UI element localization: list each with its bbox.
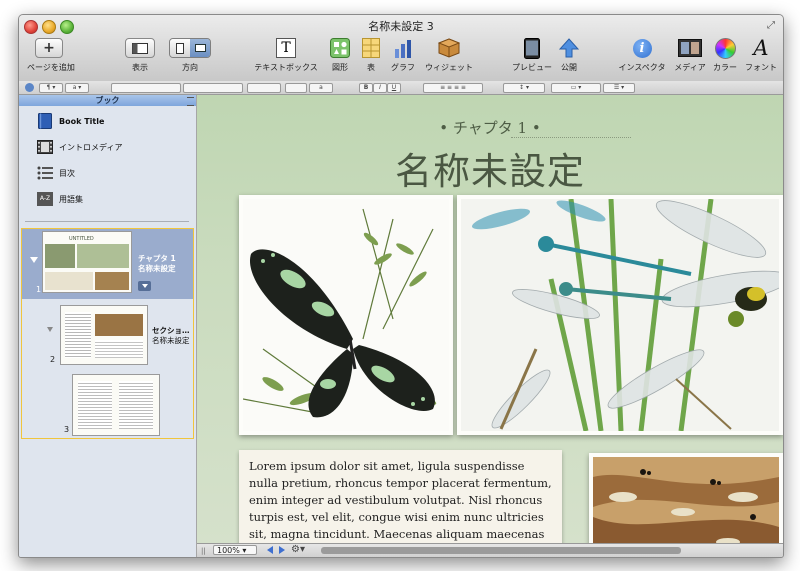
- font-size-popup[interactable]: [247, 83, 281, 93]
- widget-box-icon: [438, 38, 460, 58]
- page-canvas[interactable]: • チャプタ 1 • 名称未設定 Lorem ipsum dolor sit a…: [197, 95, 783, 543]
- chevron-down-icon: [141, 284, 148, 288]
- dragonflies-illustration: [461, 199, 779, 431]
- publish-button[interactable]: 公開: [555, 37, 583, 73]
- alignment-control[interactable]: ≡ ≡ ≡ ≡: [423, 83, 483, 93]
- character-style-popup[interactable]: a ▾: [65, 83, 89, 93]
- horizontal-scroll-thumb[interactable]: [321, 547, 681, 554]
- media-icon: [678, 39, 702, 57]
- view-icon: [125, 38, 155, 58]
- table-button[interactable]: 表: [359, 37, 383, 73]
- butterfly-illustration: [243, 199, 449, 431]
- bar-chart-icon: [395, 40, 411, 58]
- bold-button[interactable]: B: [359, 83, 373, 93]
- widget-button[interactable]: ウィジェット: [421, 37, 477, 73]
- shapes-button[interactable]: 図形: [325, 37, 355, 73]
- chapter-1-thumbnail[interactable]: UNTITLED: [42, 231, 132, 293]
- text-color-well[interactable]: [285, 83, 307, 93]
- ants-image[interactable]: [589, 453, 783, 543]
- chapter-1-row[interactable]: UNTITLED 1 チャプタ 1 名称未設定: [22, 229, 193, 299]
- chapter-action-button[interactable]: [138, 281, 151, 291]
- zoom-popup[interactable]: 100% ▾: [213, 545, 257, 555]
- page-title[interactable]: 名称未設定: [197, 141, 783, 195]
- disclosure-triangle-icon[interactable]: [47, 327, 53, 332]
- paragraph-style-popup[interactable]: ¶ ▾: [39, 83, 63, 93]
- chart-button[interactable]: グラフ: [389, 37, 417, 73]
- chapter-rule: [511, 137, 631, 138]
- plus-icon: +: [35, 38, 63, 58]
- page-number: 1: [36, 285, 42, 294]
- list-style-popup[interactable]: ☰ ▾: [603, 83, 635, 93]
- list-icon: [37, 166, 53, 180]
- window-title: 名称未設定 3: [368, 20, 434, 33]
- next-page-button[interactable]: [279, 546, 285, 554]
- preview-button[interactable]: プレビュー: [509, 37, 555, 73]
- fullscreen-icon[interactable]: ⤢: [767, 20, 775, 31]
- sidebar-resize-icon[interactable]: [187, 97, 194, 106]
- ipad-preview-icon: [524, 37, 540, 59]
- italic-button[interactable]: I: [373, 83, 387, 93]
- info-icon: i: [632, 38, 652, 58]
- inspector-button[interactable]: i インスペクタ: [617, 37, 667, 73]
- table-icon: [362, 38, 380, 58]
- toolbar: 名称未設定 3 ⤢ + ページを追加 表示 方向 T テキストボックス 図形 表…: [19, 15, 783, 82]
- sidebar-item-glossary[interactable]: A-Z 用語集: [37, 189, 83, 209]
- highlight-color-well[interactable]: a: [309, 83, 333, 93]
- landscape-icon[interactable]: [190, 39, 210, 57]
- page-number: 3: [64, 425, 70, 434]
- gear-icon[interactable]: ⚙▾: [291, 544, 305, 555]
- textbox-icon: T: [276, 38, 296, 58]
- sidebar-item-book-title[interactable]: Book Title: [37, 111, 104, 131]
- book-sidebar: ブック Book Title イントロメディア 目次 A-Z 用語集 UNTIT…: [19, 95, 197, 557]
- previous-page-button[interactable]: [267, 546, 273, 554]
- paragraph-style-icon[interactable]: [25, 83, 34, 92]
- body-text-box[interactable]: Lorem ipsum dolor sit amet, ligula suspe…: [239, 450, 562, 543]
- underline-button[interactable]: U: [387, 83, 401, 93]
- media-button[interactable]: メディア: [671, 37, 709, 73]
- font-style-popup[interactable]: [183, 83, 243, 93]
- textbox-button[interactable]: T テキストボックス: [253, 37, 319, 73]
- font-a-icon: A: [753, 36, 769, 60]
- page-3-thumbnail[interactable]: [72, 374, 160, 436]
- format-bar: ¶ ▾ a ▾ a B I U ≡ ≡ ≡ ≡ ↕ ▾ ▭ ▾ ☰ ▾: [19, 81, 783, 95]
- view-button[interactable]: 表示: [123, 37, 157, 73]
- add-page-button[interactable]: + ページを追加: [27, 37, 75, 73]
- publish-arrow-icon: [559, 38, 579, 58]
- sidebar-item-intro-media[interactable]: イントロメディア: [37, 137, 122, 157]
- resize-grip-icon[interactable]: ||: [201, 547, 206, 555]
- columns-popup[interactable]: ▭ ▾: [551, 83, 601, 93]
- orientation-control[interactable]: 方向: [165, 37, 215, 73]
- line-spacing-popup[interactable]: ↕ ▾: [503, 83, 545, 93]
- status-bar: || 100% ▾ ⚙▾: [197, 543, 783, 557]
- butterfly-image[interactable]: [239, 195, 453, 435]
- sidebar-header: ブック: [19, 95, 196, 106]
- portrait-icon[interactable]: [170, 39, 190, 57]
- chapter-1-group[interactable]: UNTITLED 1 チャプタ 1 名称未設定 2 セクショ… 名称未設定 3: [21, 228, 194, 439]
- sidebar-divider: [25, 221, 189, 222]
- chapter-heading[interactable]: • チャプタ 1 •: [197, 117, 783, 138]
- color-wheel-icon: [714, 37, 736, 59]
- film-icon: [37, 140, 53, 154]
- page-number: 2: [50, 355, 56, 364]
- disclosure-triangle-icon[interactable]: [30, 257, 38, 263]
- shapes-icon: [330, 38, 350, 58]
- book-icon: [38, 113, 52, 129]
- sidebar-item-toc[interactable]: 目次: [37, 163, 75, 183]
- font-family-popup[interactable]: [111, 83, 181, 93]
- dragonflies-image[interactable]: [457, 195, 783, 435]
- app-window: 名称未設定 3 ⤢ + ページを追加 表示 方向 T テキストボックス 図形 表…: [18, 14, 784, 558]
- section-thumbnail[interactable]: [60, 305, 148, 365]
- colors-button[interactable]: カラー: [711, 37, 739, 73]
- horizontal-scrollbar[interactable]: [317, 547, 777, 554]
- ants-illustration: [593, 457, 779, 543]
- fonts-button[interactable]: A フォント: [743, 37, 779, 73]
- glossary-icon: A-Z: [37, 192, 53, 206]
